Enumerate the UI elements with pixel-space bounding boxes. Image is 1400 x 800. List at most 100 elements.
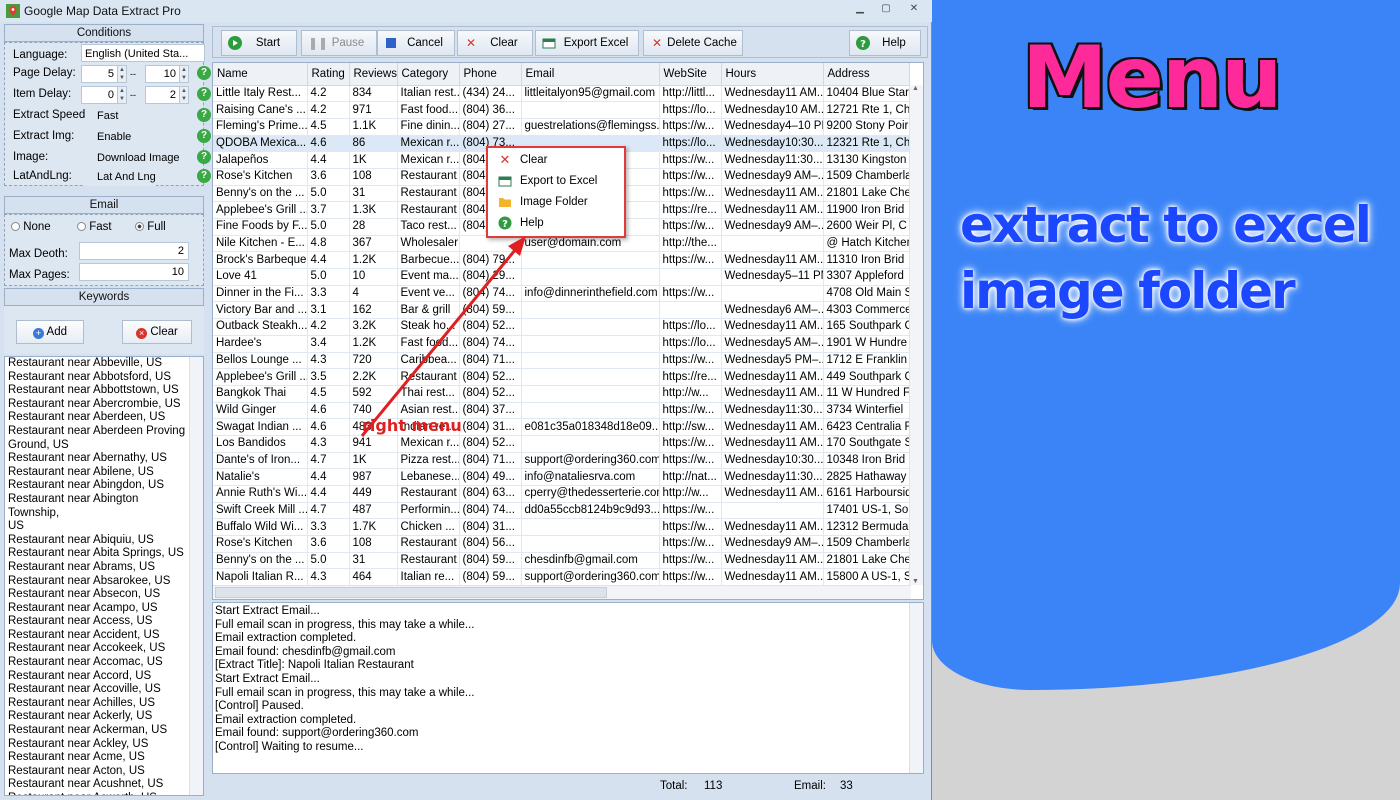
menu-item-image-folder[interactable]: Image Folder [488, 192, 624, 212]
cancel-button[interactable]: Cancel [377, 30, 455, 56]
table-row[interactable]: Swagat Indian ... 4.6 483 Indian re... (804)… [213, 418, 910, 436]
item-delay-min-input[interactable]: 0 [81, 86, 119, 104]
keyword-list[interactable]: Restaurant near Abbeville, US Restaurant … [4, 356, 204, 796]
keyword-list-item[interactable]: Restaurant near Abbottstown, US [5, 384, 189, 398]
help-icon[interactable]: ? [197, 108, 211, 122]
keyword-list-item[interactable]: Restaurant near Acushnet, US [5, 778, 189, 792]
item-delay-max-spinner[interactable]: ▲ ▼ [179, 86, 189, 104]
add-keyword-button[interactable]: + Add [16, 320, 84, 344]
scroll-thumb[interactable] [215, 587, 607, 598]
keyword-list-item[interactable]: Restaurant near Abiquiu, US [5, 534, 189, 548]
clear-button[interactable]: ✕ Clear [457, 30, 533, 56]
keyword-list-item[interactable]: Restaurant near Acme, US [5, 751, 189, 765]
table-row[interactable]: Bellos Lounge ... 4.3 720 Caribbea... (804) … [213, 352, 910, 370]
keyword-list-scrollbar[interactable] [189, 357, 203, 795]
keyword-list-item[interactable]: Restaurant near Access, US [5, 615, 189, 629]
table-row[interactable]: Swift Creek Mill ... 4.7 487 Performin... (8… [213, 502, 910, 520]
keyword-list-item[interactable]: Restaurant near Ackley, US [5, 738, 189, 752]
keyword-list-item[interactable]: Restaurant near Aberdeen Proving [5, 425, 189, 439]
table-row[interactable]: Bangkok Thai 4.5 592 Thai rest... (804) 52..… [213, 385, 910, 403]
table-row[interactable]: Los Bandidos 4.3 941 Mexican r... (804) 52..… [213, 435, 910, 453]
keyword-list-item[interactable]: Restaurant near Abrams, US [5, 561, 189, 575]
pause-button[interactable]: ❚❚ Pause [301, 30, 377, 56]
export-excel-button[interactable]: Export Excel [535, 30, 639, 56]
table-row[interactable]: Love 41 5.0 10 Event ma... (804) 29... Wednes… [213, 268, 910, 286]
scroll-down-icon[interactable]: ▼ [912, 578, 919, 585]
column-header[interactable]: Rating [307, 63, 350, 86]
page-delay-max-input[interactable]: 10 [145, 65, 181, 83]
max-depth-input[interactable]: 2 [79, 242, 189, 260]
keyword-list-item[interactable]: Restaurant near Aberdeen, US [5, 411, 189, 425]
keyword-list-item[interactable]: Restaurant near Abita Springs, US [5, 547, 189, 561]
menu-item-export-excel[interactable]: Export to Excel [488, 171, 624, 191]
keyword-list-item[interactable]: Restaurant near Accomac, US [5, 656, 189, 670]
start-button[interactable]: Start [221, 30, 297, 56]
keyword-list-item[interactable]: Restaurant near Abingdon, US [5, 479, 189, 493]
log-panel[interactable]: Start Extract Email... Full email scan in… [212, 602, 924, 774]
keyword-list-item[interactable]: Restaurant near Abbotsford, US [5, 371, 189, 385]
column-header[interactable]: Phone [459, 63, 522, 86]
table-row[interactable]: Victory Bar and ... 3.1 162 Bar & grill (804… [213, 301, 910, 320]
latlng-select[interactable]: Lat And Lng [85, 168, 156, 186]
table-row[interactable]: Dante's of Iron... 4.7 1K Pizza rest... (804… [213, 452, 910, 470]
column-header[interactable]: Address [823, 63, 910, 86]
page-delay-min-input[interactable]: 5 [81, 65, 119, 83]
table-row[interactable]: Little Italy Rest... 4.2 834 Italian rest..… [213, 85, 910, 103]
keyword-list-item[interactable]: Restaurant near Acampo, US [5, 602, 189, 616]
help-icon[interactable]: ? [197, 87, 211, 101]
keyword-list-item[interactable]: Restaurant near Achilles, US [5, 697, 189, 711]
delete-cache-button[interactable]: ✕ Delete Cache [643, 30, 743, 56]
table-row[interactable]: Fleming's Prime... 4.5 1.1K Fine dinin... (8… [213, 118, 910, 136]
keyword-list-item[interactable]: Ground, US [5, 439, 189, 453]
close-button[interactable]: ✕ [904, 3, 924, 19]
keyword-list-item[interactable]: Restaurant near Accident, US [5, 629, 189, 643]
keyword-list-item[interactable]: Restaurant near Abbeville, US [5, 357, 189, 371]
minimize-button[interactable]: ▁ [850, 3, 870, 19]
results-grid[interactable]: Name Rating Reviews Category Phone Email WebSi… [212, 62, 924, 600]
max-pages-input[interactable]: 10 [79, 263, 189, 281]
language-select[interactable]: English (United Sta... [81, 44, 205, 62]
item-delay-max-input[interactable]: 2 [145, 86, 181, 104]
keyword-list-item[interactable]: Restaurant near Ackerman, US [5, 724, 189, 738]
help-icon[interactable]: ? [197, 129, 211, 143]
grid-horizontal-scrollbar[interactable] [213, 585, 911, 599]
maximize-button[interactable]: ▢ [876, 3, 896, 19]
table-row[interactable]: Dinner in the Fi... 3.3 4 Event ve... (804) … [213, 285, 910, 303]
email-option-none[interactable]: None [11, 221, 51, 233]
email-option-full[interactable]: Full [135, 221, 166, 233]
column-header[interactable]: Email [521, 63, 660, 86]
email-option-fast[interactable]: Fast [77, 221, 112, 233]
column-header[interactable]: Hours [721, 63, 824, 86]
keyword-list-item[interactable]: Restaurant near Abernathy, US [5, 452, 189, 466]
table-row[interactable]: Rose's Kitchen 3.6 108 Restaurant (804) 56..… [213, 535, 910, 553]
help-icon[interactable]: ? [197, 169, 211, 183]
table-row[interactable]: Napoli Italian R... 4.3 464 Italian re... (8… [213, 568, 910, 587]
keyword-list-item[interactable]: Restaurant near Abington Township, [5, 493, 189, 520]
keyword-list-item[interactable]: Restaurant near Acton, US [5, 765, 189, 779]
help-icon[interactable]: ? [197, 66, 211, 80]
table-row[interactable]: Hardee's 3.4 1.2K Fast food... (804) 74... ht… [213, 335, 910, 353]
table-row[interactable]: Buffalo Wild Wi... 3.3 1.7K Chicken ... (804… [213, 518, 910, 537]
column-header[interactable]: WebSite [659, 63, 722, 86]
keyword-list-item[interactable]: Restaurant near Accord, US [5, 670, 189, 684]
log-scrollbar[interactable] [909, 603, 923, 773]
extract-speed-select[interactable]: Fast [85, 107, 119, 125]
keyword-list-item[interactable]: Restaurant near Ackerly, US [5, 710, 189, 724]
table-row[interactable]: Annie Ruth's Wi... 4.4 449 Restaurant (804) … [213, 485, 910, 503]
image-select[interactable]: Download Image [85, 149, 180, 167]
help-icon[interactable]: ? [197, 150, 211, 164]
column-header[interactable]: Category [397, 63, 460, 86]
help-button[interactable]: ? Help [849, 30, 921, 56]
page-delay-max-spinner[interactable]: ▲ ▼ [179, 65, 189, 83]
keyword-list-item[interactable]: Restaurant near Acworth, US [5, 792, 189, 795]
table-row[interactable]: Benny's on the ... 5.0 31 Restaurant (804) 5… [213, 552, 910, 570]
clear-keywords-button[interactable]: × Clear [122, 320, 192, 344]
keyword-list-item[interactable]: Restaurant near Accokeek, US [5, 642, 189, 656]
scroll-up-icon[interactable]: ▲ [912, 85, 919, 92]
extract-img-select[interactable]: Enable [85, 128, 132, 146]
table-row[interactable]: Raising Cane's ... 4.2 971 Fast food... (804… [213, 101, 910, 119]
item-delay-min-spinner[interactable]: ▲ ▼ [117, 86, 127, 104]
keyword-list-item[interactable]: US [5, 520, 189, 534]
table-row[interactable]: Brock's Barbeque 4.4 1.2K Barbecue... (804) … [213, 251, 910, 270]
grid-vertical-scrollbar[interactable]: ▲ ▼ [909, 85, 923, 585]
